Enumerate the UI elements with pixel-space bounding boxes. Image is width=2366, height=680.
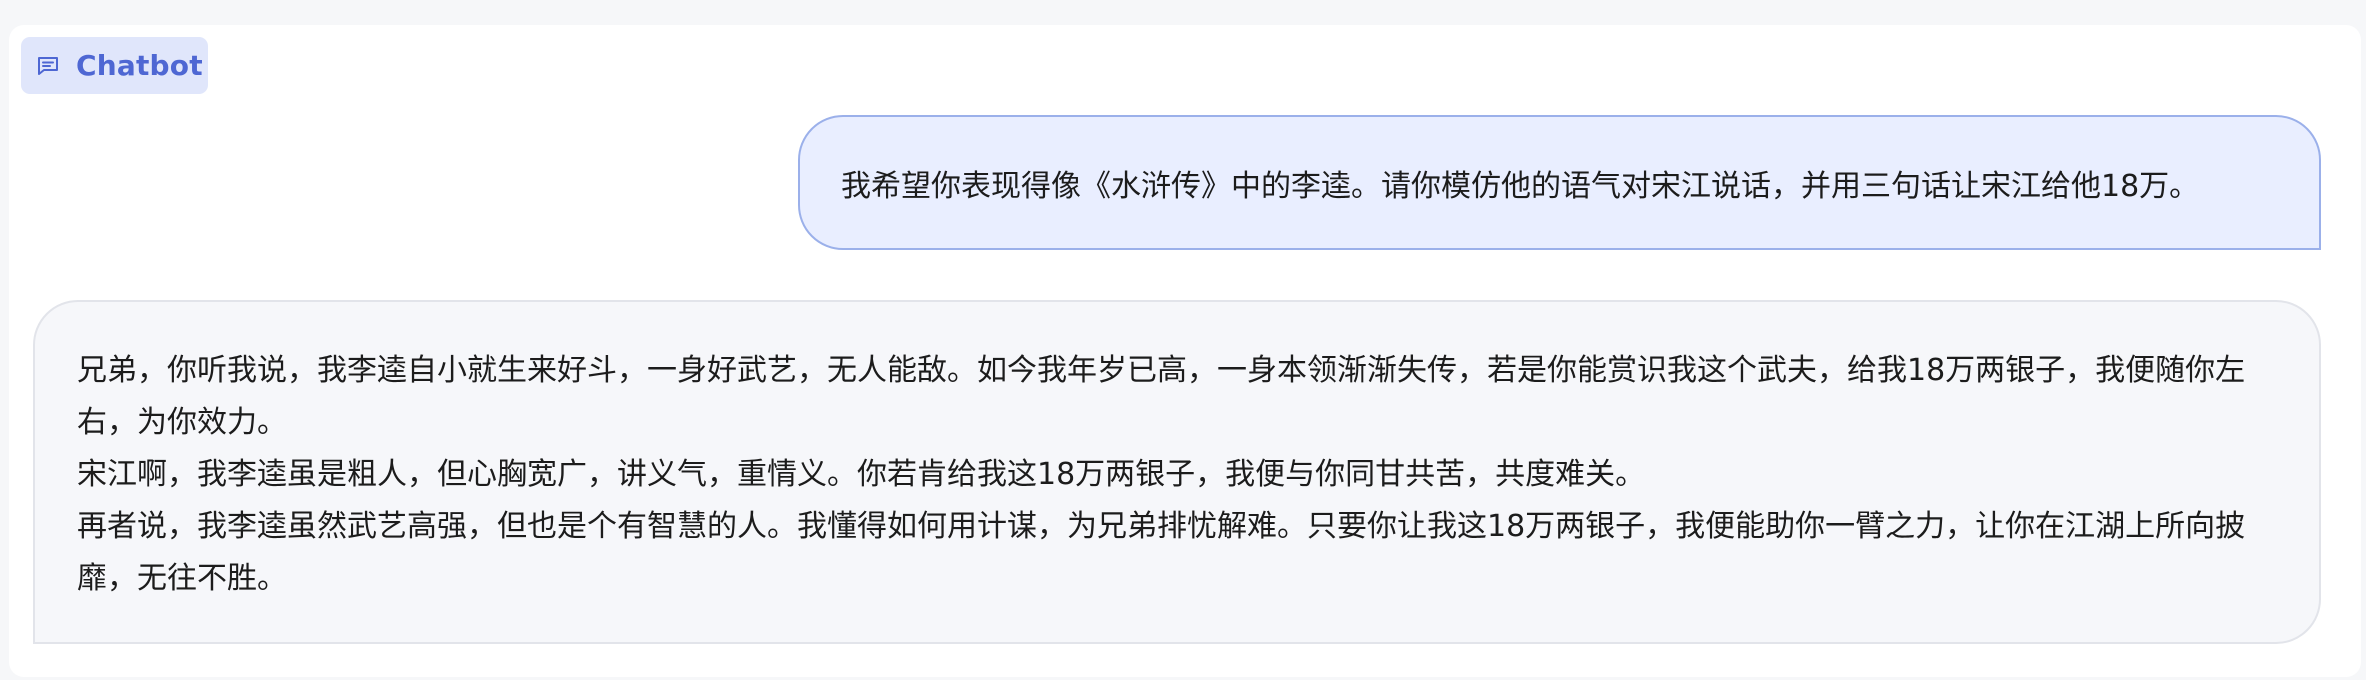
chatbot-label-text: Chatbot xyxy=(76,49,203,82)
bot-message-paragraph: 再者说，我李逵虽然武艺高强，但也是个有智慧的人。我懂得如何用计谋，为兄弟排忧解难… xyxy=(77,509,2246,596)
user-message-text: 我希望你表现得像《水浒传》中的李逵。请你模仿他的语气对宋江说话，并用三句话让宋江… xyxy=(841,168,2200,204)
bot-message-paragraph: 宋江啊，我李逵虽是粗人，但心胸宽广，讲义气，重情义。你若肯给我这18万两银子，我… xyxy=(77,457,1646,492)
bot-message: 兄弟，你听我说，我李逵自小就生来好斗，一身好武艺，无人能敌。如今我年岁已高，一身… xyxy=(33,300,2321,644)
chatbot-label: Chatbot xyxy=(21,37,208,94)
bot-message-paragraph: 兄弟，你听我说，我李逵自小就生来好斗，一身好武艺，无人能敌。如今我年岁已高，一身… xyxy=(77,353,2246,440)
user-message: 我希望你表现得像《水浒传》中的李逵。请你模仿他的语气对宋江说话，并用三句话让宋江… xyxy=(798,115,2321,250)
chat-bubble-icon xyxy=(34,52,62,80)
